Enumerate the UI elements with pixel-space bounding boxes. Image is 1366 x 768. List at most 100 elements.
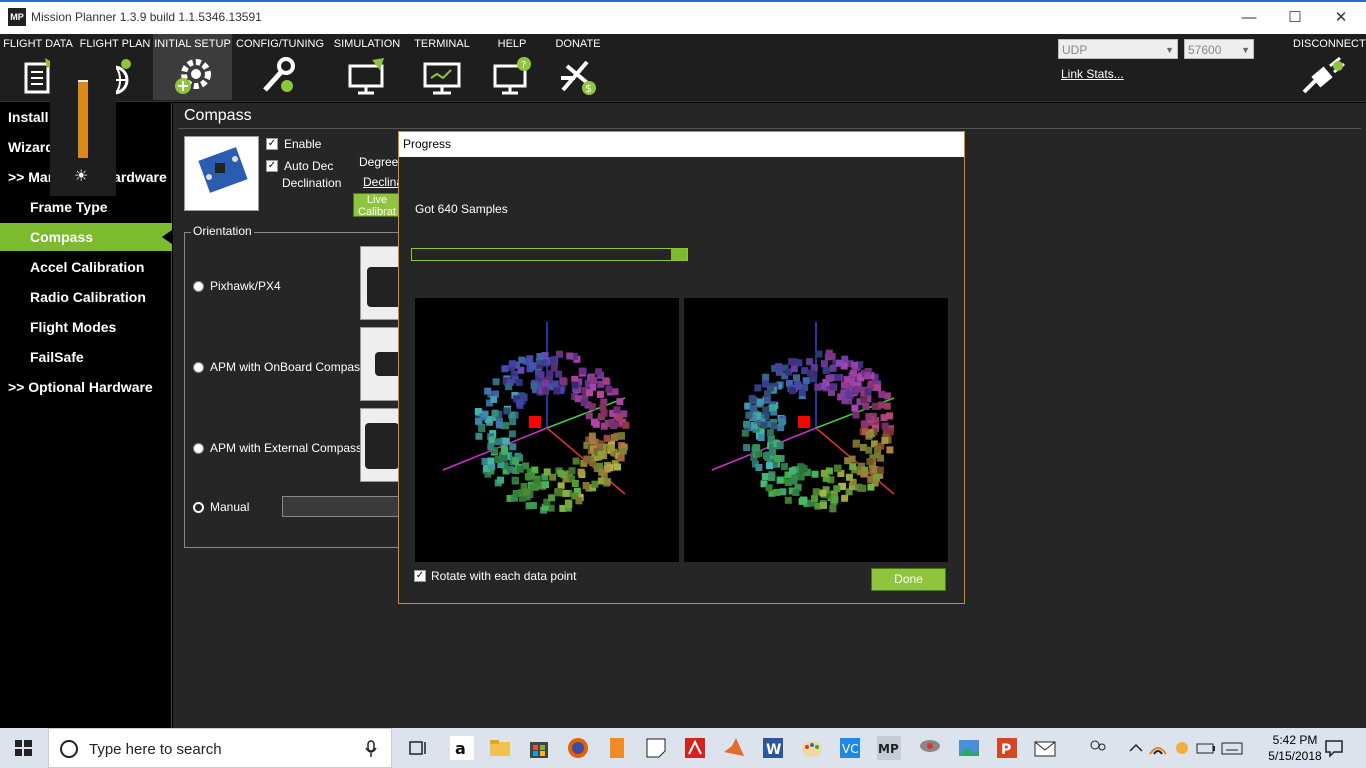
sample-point <box>874 445 882 453</box>
mail-icon[interactable] <box>1033 736 1057 760</box>
pixhawk-radio[interactable] <box>193 281 204 292</box>
sidebar-item-radio-calibration[interactable]: Radio Calibration <box>0 283 172 311</box>
sample-point <box>580 399 588 407</box>
sample-point <box>556 350 563 358</box>
sample-point <box>542 387 550 395</box>
acrobat-icon[interactable] <box>683 736 707 760</box>
menu-simulation[interactable]: SIMULATION <box>332 34 402 100</box>
task-view-icon[interactable] <box>406 736 430 760</box>
manual-orientation-input[interactable] <box>282 496 402 517</box>
sample-point <box>509 443 517 451</box>
sample-point <box>764 390 772 398</box>
apm-external-radio[interactable] <box>193 443 204 454</box>
sample-point <box>487 443 495 451</box>
sample-point <box>835 359 843 367</box>
store-icon[interactable] <box>527 736 551 760</box>
title-divider <box>178 128 1361 129</box>
dialog-title: Progress <box>399 132 964 157</box>
file-explorer-icon[interactable] <box>488 736 512 760</box>
initial-setup-icon <box>174 59 211 94</box>
maximize-button[interactable]: ☐ <box>1272 4 1318 32</box>
sample-point <box>766 462 773 470</box>
sample-point <box>481 410 489 418</box>
show-hidden-icons-icon[interactable] <box>1124 736 1148 760</box>
sample-point <box>866 458 874 466</box>
start-button[interactable] <box>0 728 48 768</box>
sample-point <box>852 411 860 419</box>
sidebar-item-flight-modes[interactable]: Flight Modes <box>0 313 172 341</box>
sidebar-item-frame-type[interactable]: Frame Type <box>0 193 172 221</box>
apm-onboard-radio[interactable] <box>193 362 204 373</box>
sample-point <box>501 447 509 455</box>
sample-point <box>860 470 868 478</box>
photos-icon[interactable] <box>957 736 981 760</box>
disconnect-plug-icon[interactable] <box>1300 56 1350 96</box>
minimize-button[interactable]: — <box>1226 4 1272 32</box>
sample-point <box>502 422 510 430</box>
sample-point <box>860 420 868 428</box>
sample-point <box>769 404 777 412</box>
sample-point <box>616 398 624 406</box>
sample-point <box>619 447 627 455</box>
menu-terminal[interactable]: TERMINAL <box>412 34 472 100</box>
brightness-level-fill <box>78 82 88 158</box>
taskbar-search[interactable]: Type here to search <box>48 728 392 768</box>
sample-point <box>611 388 619 396</box>
vscode-icon[interactable]: VC <box>838 736 862 760</box>
satellite-app-icon[interactable] <box>918 736 942 760</box>
wifi-icon[interactable] <box>1146 736 1170 760</box>
sidebar-item-compass[interactable]: Compass <box>0 223 172 251</box>
apm-onboard-image <box>360 327 400 401</box>
live-calibration-button[interactable]: Live Calibrat <box>353 193 401 218</box>
done-button[interactable]: Done <box>871 568 946 591</box>
disconnect-label[interactable]: DISCONNECT <box>1293 38 1366 50</box>
sample-point <box>871 402 879 410</box>
sample-point <box>550 364 558 372</box>
mission-planner-taskbar-icon[interactable]: MP <box>877 736 901 760</box>
rotate-checkbox[interactable]: ✓ <box>414 570 426 582</box>
menu-donate[interactable]: DONATE $ <box>550 34 606 100</box>
amazon-icon[interactable]: a <box>450 736 474 760</box>
sample-point <box>605 385 613 393</box>
sample-point <box>776 476 784 484</box>
sample-point <box>585 412 593 420</box>
sample-point <box>494 438 502 446</box>
svg-text:W: W <box>766 742 781 758</box>
link-stats-link[interactable]: Link Stats... <box>1061 67 1124 81</box>
sample-point <box>851 361 859 369</box>
word-icon[interactable]: W <box>761 736 785 760</box>
manual-radio[interactable] <box>193 502 204 513</box>
sidebar-item-optional-hardware[interactable]: >> Optional Hardware <box>0 373 172 401</box>
sample-point <box>543 468 551 476</box>
connection-type-select[interactable]: UDP ▼ <box>1058 39 1178 59</box>
enable-checkbox[interactable]: ✓ <box>266 138 278 150</box>
firefox-icon[interactable] <box>566 736 590 760</box>
people-icon[interactable] <box>1086 736 1110 760</box>
battery-icon[interactable] <box>1194 736 1218 760</box>
sample-point <box>788 358 796 366</box>
sample-point <box>597 477 605 485</box>
sample-point <box>831 496 839 504</box>
baud-rate-select[interactable]: 57600 ▼ <box>1184 39 1254 59</box>
sidebar-item-failsafe[interactable]: FailSafe <box>0 343 172 371</box>
office-app-icon[interactable] <box>605 736 629 760</box>
microphone-icon[interactable] <box>365 740 377 758</box>
action-center-icon[interactable] <box>1322 736 1346 760</box>
sample-point <box>829 383 837 391</box>
matlab-icon[interactable] <box>722 736 746 760</box>
paint-icon[interactable] <box>800 736 824 760</box>
powerpoint-icon[interactable]: P <box>995 736 1019 760</box>
sample-point <box>775 363 782 371</box>
sidebar-item-accel-calibration[interactable]: Accel Calibration <box>0 253 172 281</box>
sticky-notes-icon[interactable] <box>644 736 668 760</box>
notification-badge-icon[interactable] <box>1170 736 1194 760</box>
brightness-slider[interactable] <box>78 80 88 158</box>
auto-dec-checkbox[interactable]: ✓ <box>266 160 278 172</box>
close-button[interactable]: ✕ <box>1318 4 1364 32</box>
taskbar-clock[interactable]: 5:42 PM 5/15/2018 <box>1260 732 1330 764</box>
mag-samples-plot-right <box>684 298 948 562</box>
menu-help[interactable]: HELP ? <box>484 34 540 100</box>
menu-initial-setup[interactable]: INITIAL SETUP <box>153 34 232 100</box>
menu-config-tuning[interactable]: CONFIG/TUNING <box>236 34 324 100</box>
keyboard-icon[interactable] <box>1220 736 1244 760</box>
